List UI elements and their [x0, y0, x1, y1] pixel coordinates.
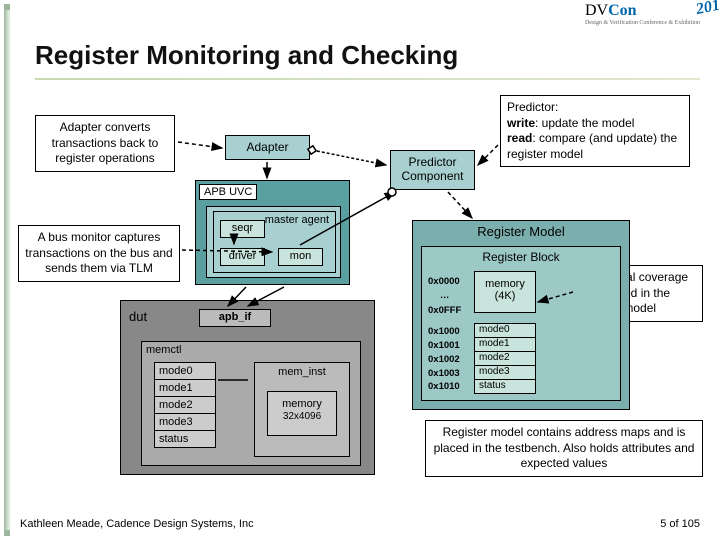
- memory-4k-label: memory (4K): [485, 278, 525, 302]
- addr: 0x1000: [428, 325, 460, 339]
- block-reg-block: Register Block 0x0000 … 0x0FFF memory (4…: [421, 246, 621, 401]
- note-predictor: Predictor: write: update the model read:…: [500, 95, 690, 167]
- logo-dv: DV: [585, 2, 608, 19]
- memctl-label: memctl: [146, 344, 181, 356]
- logo-con: Con: [608, 2, 636, 19]
- block-adapter: Adapter: [225, 135, 310, 160]
- dut-label: dut: [129, 309, 147, 324]
- dvcon-logo: DVCon 2012 Design & Verification Confere…: [585, 2, 700, 26]
- note-reg-model: Register model contains address maps and…: [425, 420, 703, 477]
- memctl-reg: mode1: [154, 379, 216, 397]
- block-reg: mode1: [474, 337, 536, 352]
- block-master-agent: master agent seqr driver mon: [213, 211, 336, 273]
- slide-title: Register Monitoring and Checking: [35, 40, 458, 71]
- block-reg: mode2: [474, 351, 536, 366]
- reg-block-label: Register Block: [422, 250, 620, 264]
- block-mem-inst: mem_inst memory 32x4096: [254, 362, 350, 457]
- addr: 0x0FFF: [428, 304, 461, 318]
- mem-inst-label: mem_inst: [255, 366, 349, 378]
- note-bus-monitor: A bus monitor captures transactions on t…: [18, 225, 180, 282]
- addr: 0x1003: [428, 367, 460, 381]
- memctl-reg-list: mode0 mode1 mode2 mode3 status: [154, 362, 216, 448]
- memctl-reg: mode2: [154, 396, 216, 414]
- memory-label: memory: [282, 398, 322, 410]
- block-mon: mon: [278, 248, 323, 266]
- block-memory: memory 32x4096: [267, 391, 337, 436]
- memctl-reg: mode3: [154, 413, 216, 431]
- addr: 0x1001: [428, 339, 460, 353]
- apb-uvc-label: APB UVC: [199, 184, 257, 200]
- memctl-reg: mode0: [154, 362, 216, 380]
- addr-col-1: 0x0000 … 0x0FFF: [428, 275, 461, 318]
- side-rail: [4, 4, 10, 536]
- master-agent-label: master agent: [265, 214, 329, 226]
- block-reg: status: [474, 379, 536, 394]
- logo-sub: Design & Verification Conference & Exhib…: [585, 20, 700, 26]
- block-apb-uvc: APB UVC master agent seqr driver mon: [195, 180, 350, 285]
- block-master-agent-outer: master agent seqr driver mon: [206, 206, 341, 278]
- predictor-write-desc: : update the model: [535, 116, 634, 130]
- predictor-title: Predictor:: [507, 100, 558, 114]
- block-memory-4k: memory (4K): [474, 271, 536, 313]
- memctl-reg: status: [154, 430, 216, 448]
- logo-year: 2012: [694, 0, 720, 19]
- predictor-read-desc: : compare (and update) the register mode…: [507, 131, 677, 161]
- title-rule: [35, 78, 700, 80]
- addr: …: [428, 289, 461, 303]
- addr-col-2: 0x1000 0x1001 0x1002 0x1003 0x1010: [428, 325, 460, 394]
- block-reg: mode0: [474, 323, 536, 338]
- block-driver: driver: [220, 248, 265, 266]
- footer-page: 5 of 105: [660, 518, 700, 530]
- block-predictor-comp: Predictor Component: [390, 150, 475, 190]
- block-apb-if: apb_if: [199, 309, 271, 327]
- predictor-read: read: [507, 131, 532, 145]
- memory-size: 32x4096: [283, 411, 321, 422]
- footer-author: Kathleen Meade, Cadence Design Systems, …: [20, 518, 254, 530]
- addr: 0x0000: [428, 275, 461, 289]
- note-adapter: Adapter converts transactions back to re…: [35, 115, 175, 172]
- block-reg-list: mode0 mode1 mode2 mode3 status: [474, 323, 536, 394]
- addr: 0x1010: [428, 380, 460, 394]
- block-dut: dut apb_if memctl mode0 mode1 mode2 mode…: [120, 300, 375, 475]
- block-reg: mode3: [474, 365, 536, 380]
- predictor-write: write: [507, 116, 535, 130]
- block-reg-model: Register Model Register Block 0x0000 … 0…: [412, 220, 630, 410]
- block-seqr: seqr: [220, 220, 265, 238]
- reg-model-label: Register Model: [413, 224, 629, 239]
- block-memctl: memctl mode0 mode1 mode2 mode3 status me…: [141, 341, 361, 466]
- addr: 0x1002: [428, 353, 460, 367]
